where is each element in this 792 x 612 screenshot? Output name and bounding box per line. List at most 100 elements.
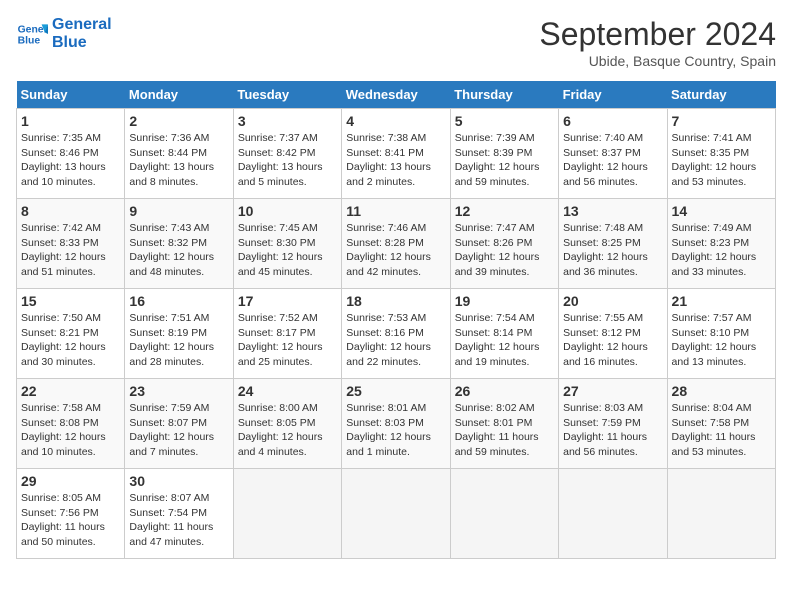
- table-row: 15 Sunrise: 7:50 AMSunset: 8:21 PMDayligh…: [17, 289, 125, 379]
- table-row: 12Sunrise: 7:47 AMSunset: 8:26 PMDayligh…: [450, 199, 558, 289]
- day-details: Sunrise: 7:58 AMSunset: 8:08 PMDaylight:…: [21, 401, 120, 460]
- day-details: Sunrise: 7:39 AMSunset: 8:39 PMDaylight:…: [455, 131, 554, 190]
- table-row: 22 Sunrise: 7:58 AMSunset: 8:08 PMDayligh…: [17, 379, 125, 469]
- table-row: [450, 469, 558, 559]
- location-subtitle: Ubide, Basque Country, Spain: [539, 53, 776, 69]
- day-details: Sunrise: 7:41 AMSunset: 8:35 PMDaylight:…: [672, 131, 771, 190]
- day-number: 8: [21, 203, 120, 219]
- col-sunday: Sunday: [17, 81, 125, 109]
- day-number: 9: [129, 203, 228, 219]
- table-row: 29 Sunrise: 8:05 AMSunset: 7:56 PMDayligh…: [17, 469, 125, 559]
- day-number: 23: [129, 383, 228, 399]
- day-details: Sunrise: 8:05 AMSunset: 7:56 PMDaylight:…: [21, 491, 120, 550]
- day-details: Sunrise: 7:57 AMSunset: 8:10 PMDaylight:…: [672, 311, 771, 370]
- day-details: Sunrise: 7:59 AMSunset: 8:07 PMDaylight:…: [129, 401, 228, 460]
- calendar-week-row: 15 Sunrise: 7:50 AMSunset: 8:21 PMDayligh…: [17, 289, 776, 379]
- table-row: 20Sunrise: 7:55 AMSunset: 8:12 PMDayligh…: [559, 289, 667, 379]
- day-number: 17: [238, 293, 337, 309]
- table-row: 19Sunrise: 7:54 AMSunset: 8:14 PMDayligh…: [450, 289, 558, 379]
- calendar-week-row: 1 Sunrise: 7:35 AMSunset: 8:46 PMDaylight…: [17, 109, 776, 199]
- logo-general: General: [52, 16, 112, 34]
- table-row: 25 Sunrise: 8:01 AMSunset: 8:03 PMDayligh…: [342, 379, 450, 469]
- day-details: Sunrise: 7:51 AMSunset: 8:19 PMDaylight:…: [129, 311, 228, 370]
- day-number: 6: [563, 113, 662, 129]
- table-row: [233, 469, 341, 559]
- table-row: 26 Sunrise: 8:02 AMSunset: 8:01 PMDayligh…: [450, 379, 558, 469]
- day-details: Sunrise: 7:53 AMSunset: 8:16 PMDaylight:…: [346, 311, 445, 370]
- logo: General Blue General Blue: [16, 16, 112, 51]
- day-number: 21: [672, 293, 771, 309]
- day-number: 13: [563, 203, 662, 219]
- logo-blue: Blue: [52, 34, 112, 52]
- table-row: 3 Sunrise: 7:37 AMSunset: 8:42 PMDaylight…: [233, 109, 341, 199]
- day-number: 3: [238, 113, 337, 129]
- day-details: Sunrise: 7:45 AMSunset: 8:30 PMDaylight:…: [238, 221, 337, 280]
- day-details: Sunrise: 7:38 AMSunset: 8:41 PMDaylight:…: [346, 131, 445, 190]
- table-row: 7Sunrise: 7:41 AMSunset: 8:35 PMDaylight…: [667, 109, 775, 199]
- table-row: 8 Sunrise: 7:42 AMSunset: 8:33 PMDaylight…: [17, 199, 125, 289]
- day-details: Sunrise: 7:49 AMSunset: 8:23 PMDaylight:…: [672, 221, 771, 280]
- day-number: 20: [563, 293, 662, 309]
- table-row: 23 Sunrise: 7:59 AMSunset: 8:07 PMDayligh…: [125, 379, 233, 469]
- table-row: 1 Sunrise: 7:35 AMSunset: 8:46 PMDaylight…: [17, 109, 125, 199]
- day-details: Sunrise: 8:01 AMSunset: 8:03 PMDaylight:…: [346, 401, 445, 460]
- day-number: 30: [129, 473, 228, 489]
- col-tuesday: Tuesday: [233, 81, 341, 109]
- calendar-table: Sunday Monday Tuesday Wednesday Thursday…: [16, 81, 776, 559]
- table-row: 14 Sunrise: 7:49 AMSunset: 8:23 PMDayligh…: [667, 199, 775, 289]
- day-number: 2: [129, 113, 228, 129]
- day-number: 16: [129, 293, 228, 309]
- day-details: Sunrise: 8:02 AMSunset: 8:01 PMDaylight:…: [455, 401, 554, 460]
- day-number: 25: [346, 383, 445, 399]
- day-details: Sunrise: 8:07 AMSunset: 7:54 PMDaylight:…: [129, 491, 228, 550]
- table-row: 18 Sunrise: 7:53 AMSunset: 8:16 PMDayligh…: [342, 289, 450, 379]
- day-number: 18: [346, 293, 445, 309]
- table-row: 13Sunrise: 7:48 AMSunset: 8:25 PMDayligh…: [559, 199, 667, 289]
- day-details: Sunrise: 7:43 AMSunset: 8:32 PMDaylight:…: [129, 221, 228, 280]
- day-number: 22: [21, 383, 120, 399]
- day-number: 11: [346, 203, 445, 219]
- header-row: Sunday Monday Tuesday Wednesday Thursday…: [17, 81, 776, 109]
- table-row: 27Sunrise: 8:03 AMSunset: 7:59 PMDayligh…: [559, 379, 667, 469]
- month-title: September 2024: [539, 16, 776, 53]
- table-row: 10Sunrise: 7:45 AMSunset: 8:30 PMDayligh…: [233, 199, 341, 289]
- day-number: 5: [455, 113, 554, 129]
- day-details: Sunrise: 8:04 AMSunset: 7:58 PMDaylight:…: [672, 401, 771, 460]
- day-details: Sunrise: 7:52 AMSunset: 8:17 PMDaylight:…: [238, 311, 337, 370]
- day-number: 26: [455, 383, 554, 399]
- col-saturday: Saturday: [667, 81, 775, 109]
- day-details: Sunrise: 7:35 AMSunset: 8:46 PMDaylight:…: [21, 131, 120, 190]
- col-monday: Monday: [125, 81, 233, 109]
- col-wednesday: Wednesday: [342, 81, 450, 109]
- day-details: Sunrise: 7:40 AMSunset: 8:37 PMDaylight:…: [563, 131, 662, 190]
- day-number: 27: [563, 383, 662, 399]
- day-number: 24: [238, 383, 337, 399]
- day-details: Sunrise: 7:42 AMSunset: 8:33 PMDaylight:…: [21, 221, 120, 280]
- day-number: 12: [455, 203, 554, 219]
- day-number: 4: [346, 113, 445, 129]
- day-number: 29: [21, 473, 120, 489]
- table-row: 16 Sunrise: 7:51 AMSunset: 8:19 PMDayligh…: [125, 289, 233, 379]
- day-details: Sunrise: 7:50 AMSunset: 8:21 PMDaylight:…: [21, 311, 120, 370]
- table-row: [559, 469, 667, 559]
- col-friday: Friday: [559, 81, 667, 109]
- page-header: General Blue General Blue September 2024…: [16, 16, 776, 69]
- day-number: 28: [672, 383, 771, 399]
- day-details: Sunrise: 7:36 AMSunset: 8:44 PMDaylight:…: [129, 131, 228, 190]
- table-row: [667, 469, 775, 559]
- calendar-week-row: 29 Sunrise: 8:05 AMSunset: 7:56 PMDayligh…: [17, 469, 776, 559]
- logo-icon: General Blue: [16, 18, 48, 50]
- table-row: 9 Sunrise: 7:43 AMSunset: 8:32 PMDaylight…: [125, 199, 233, 289]
- table-row: 24Sunrise: 8:00 AMSunset: 8:05 PMDayligh…: [233, 379, 341, 469]
- title-block: September 2024 Ubide, Basque Country, Sp…: [539, 16, 776, 69]
- day-number: 15: [21, 293, 120, 309]
- table-row: 6 Sunrise: 7:40 AMSunset: 8:37 PMDaylight…: [559, 109, 667, 199]
- calendar-week-row: 8 Sunrise: 7:42 AMSunset: 8:33 PMDaylight…: [17, 199, 776, 289]
- table-row: 11 Sunrise: 7:46 AMSunset: 8:28 PMDayligh…: [342, 199, 450, 289]
- day-number: 14: [672, 203, 771, 219]
- table-row: [342, 469, 450, 559]
- day-details: Sunrise: 7:46 AMSunset: 8:28 PMDaylight:…: [346, 221, 445, 280]
- day-number: 1: [21, 113, 120, 129]
- table-row: 17 Sunrise: 7:52 AMSunset: 8:17 PMDayligh…: [233, 289, 341, 379]
- day-details: Sunrise: 7:37 AMSunset: 8:42 PMDaylight:…: [238, 131, 337, 190]
